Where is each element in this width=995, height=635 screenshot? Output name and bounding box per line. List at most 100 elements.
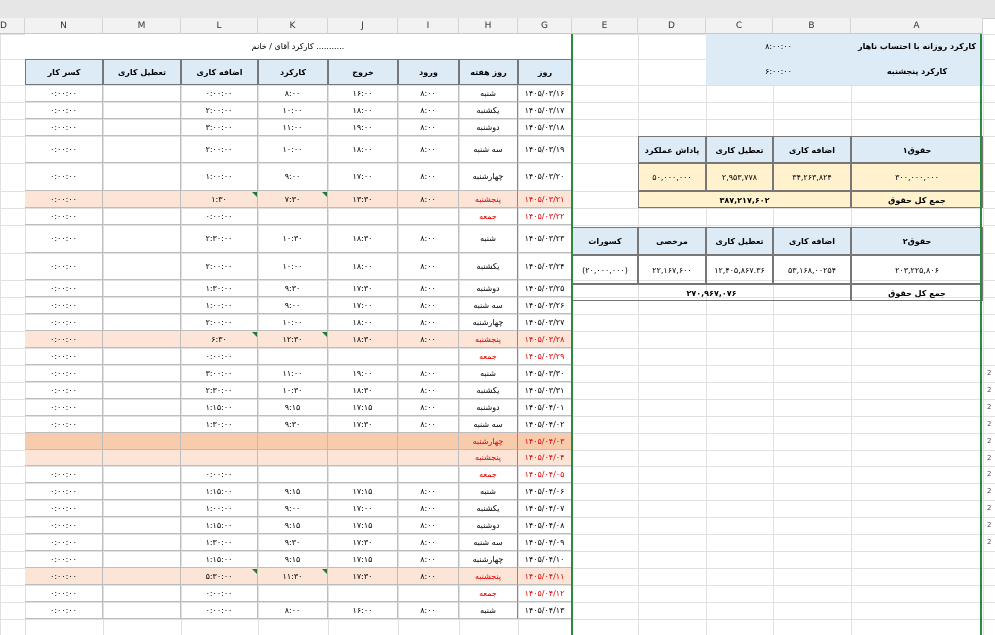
- table-cell[interactable]: ۸:۰۰: [398, 102, 459, 119]
- column-header[interactable]: M: [103, 18, 181, 34]
- table-cell[interactable]: ۱۴۰۵/۰۴/۰۱: [518, 399, 572, 416]
- column-header[interactable]: H: [459, 18, 518, 34]
- table-cell[interactable]: ۰:۰۰:۰۰: [25, 331, 103, 348]
- column-header[interactable]: N: [25, 18, 103, 34]
- table-cell[interactable]: [103, 225, 181, 253]
- table-cell[interactable]: ۰:۰۰:۰۰: [25, 568, 103, 585]
- table-cell[interactable]: [103, 348, 181, 365]
- table-cell[interactable]: ۱۴۰۵/۰۳/۲۳: [518, 225, 572, 253]
- table-cell[interactable]: ۱۴۰۵/۰۴/۰۵: [518, 466, 572, 483]
- table-cell[interactable]: ۰:۰۰:۰۰: [181, 466, 258, 483]
- column-header[interactable]: G: [518, 18, 572, 34]
- table-cell[interactable]: ۱۶:۰۰: [328, 85, 398, 102]
- table-cell[interactable]: ۱:۰۰:۰۰: [181, 297, 258, 314]
- table-cell[interactable]: ۰:۰۰:۰۰: [25, 483, 103, 500]
- salary2-holiday[interactable]: ۱۲,۴۰۵,۸۶۷.۳۶: [706, 255, 773, 284]
- table-cell[interactable]: پنجشنبه: [459, 191, 518, 208]
- column-header[interactable]: L: [181, 18, 258, 34]
- table-cell[interactable]: شنبه: [459, 483, 518, 500]
- salary1-holiday[interactable]: ۲,۹۵۳,۷۷۸: [706, 163, 773, 191]
- table-cell[interactable]: ۱۴۰۵/۰۳/۱۹: [518, 136, 572, 163]
- table-cell[interactable]: ۱۸:۰۰: [328, 314, 398, 331]
- column-header[interactable]: D: [638, 18, 706, 34]
- table-cell[interactable]: ۱۸:۳۰: [328, 331, 398, 348]
- table-cell[interactable]: سه شنبه: [459, 534, 518, 551]
- table-cell[interactable]: ۱۸:۳۰: [328, 382, 398, 399]
- table-cell[interactable]: ۱:۳۰: [181, 191, 258, 208]
- table-cell[interactable]: [258, 585, 328, 602]
- table-cell[interactable]: [103, 517, 181, 534]
- table-cell[interactable]: ۸:۰۰: [398, 568, 459, 585]
- table-cell[interactable]: ۱۰:۰۰: [258, 136, 328, 163]
- table-cell[interactable]: یکشنبه: [459, 102, 518, 119]
- table-cell[interactable]: ۱۴۰۵/۰۴/۱۰: [518, 551, 572, 568]
- table-cell[interactable]: ۰:۰۰:۰۰: [181, 585, 258, 602]
- table-cell[interactable]: [103, 365, 181, 382]
- column-header[interactable]: E: [572, 18, 638, 34]
- table-cell[interactable]: ۱۰:۰۰: [258, 102, 328, 119]
- table-cell[interactable]: ۸:۰۰: [398, 551, 459, 568]
- salary2-base[interactable]: ۲۰۳,۲۲۵,۸۰۶: [851, 255, 983, 284]
- table-cell[interactable]: [103, 433, 181, 450]
- table-cell[interactable]: ۶:۳۰: [181, 331, 258, 348]
- table-cell[interactable]: [103, 416, 181, 433]
- table-cell[interactable]: ۱۴۰۵/۰۳/۲۰: [518, 163, 572, 191]
- table-cell[interactable]: ۱۴۰۵/۰۳/۲۸: [518, 331, 572, 348]
- table-cell[interactable]: ۱۶:۰۰: [328, 602, 398, 619]
- table-cell[interactable]: ۸:۰۰: [258, 85, 328, 102]
- table-cell[interactable]: [25, 433, 103, 450]
- table-cell[interactable]: ۱۴۰۵/۰۳/۲۹: [518, 348, 572, 365]
- table-cell[interactable]: ۱:۱۵:۰۰: [181, 551, 258, 568]
- table-cell[interactable]: ۱۴۰۵/۰۳/۳۱: [518, 382, 572, 399]
- table-cell[interactable]: ۱۷:۳۰: [328, 416, 398, 433]
- table-cell[interactable]: [103, 483, 181, 500]
- table-cell[interactable]: ۰:۰۰:۰۰: [25, 365, 103, 382]
- table-cell[interactable]: ۱۴۰۵/۰۳/۱۶: [518, 85, 572, 102]
- table-cell[interactable]: ۹:۳۰: [258, 416, 328, 433]
- table-cell[interactable]: ۱۱:۳۰: [258, 568, 328, 585]
- table-cell[interactable]: [103, 585, 181, 602]
- table-cell[interactable]: ۱۸:۰۰: [328, 102, 398, 119]
- table-cell[interactable]: ۰:۰۰:۰۰: [25, 416, 103, 433]
- table-cell[interactable]: ۱:۳۰:۰۰: [181, 534, 258, 551]
- table-cell[interactable]: ۱۹:۰۰: [328, 119, 398, 136]
- table-cell[interactable]: [103, 85, 181, 102]
- table-cell[interactable]: ۸:۰۰: [398, 416, 459, 433]
- table-cell[interactable]: ۱۷:۳۰: [328, 534, 398, 551]
- table-cell[interactable]: [103, 551, 181, 568]
- table-cell[interactable]: ۰:۰۰:۰۰: [181, 348, 258, 365]
- table-cell[interactable]: [103, 280, 181, 297]
- table-cell[interactable]: یکشنبه: [459, 500, 518, 517]
- table-cell[interactable]: ۱۴۰۵/۰۳/۲۲: [518, 208, 572, 225]
- table-cell[interactable]: [103, 568, 181, 585]
- table-cell[interactable]: [103, 602, 181, 619]
- table-cell[interactable]: شنبه: [459, 602, 518, 619]
- table-cell[interactable]: [103, 450, 181, 466]
- table-cell[interactable]: [328, 348, 398, 365]
- table-cell[interactable]: ۱۴۰۵/۰۳/۳۰: [518, 365, 572, 382]
- table-cell[interactable]: ۰:۰۰:۰۰: [25, 500, 103, 517]
- salary1-bonus[interactable]: ۵۰,۰۰۰,۰۰۰: [638, 163, 706, 191]
- table-cell[interactable]: [328, 208, 398, 225]
- table-cell[interactable]: [181, 433, 258, 450]
- table-cell[interactable]: دوشنبه: [459, 280, 518, 297]
- table-cell[interactable]: ۱۴۰۵/۰۴/۰۷: [518, 500, 572, 517]
- table-cell[interactable]: [25, 450, 103, 466]
- table-cell[interactable]: ۰:۰۰:۰۰: [25, 602, 103, 619]
- salary1-total[interactable]: ۳۸۷,۲۱۷,۶۰۲: [638, 191, 851, 208]
- table-cell[interactable]: ۱۷:۱۵: [328, 517, 398, 534]
- salary2-leave[interactable]: ۲۲,۱۶۷,۶۰۰: [638, 255, 706, 284]
- table-cell[interactable]: ۵:۳۰:۰۰: [181, 568, 258, 585]
- table-cell[interactable]: ۱۱:۰۰: [258, 365, 328, 382]
- table-cell[interactable]: ۹:۰۰: [258, 163, 328, 191]
- table-cell[interactable]: ۱۴۰۵/۰۴/۰۸: [518, 517, 572, 534]
- table-cell[interactable]: ۲:۰۰:۰۰: [181, 314, 258, 331]
- table-cell[interactable]: [103, 399, 181, 416]
- table-cell[interactable]: ۱۷:۱۵: [328, 399, 398, 416]
- column-header[interactable]: D: [0, 18, 25, 34]
- table-cell[interactable]: ۰:۰۰:۰۰: [25, 348, 103, 365]
- table-cell[interactable]: [258, 208, 328, 225]
- table-cell[interactable]: ۹:۱۵: [258, 517, 328, 534]
- table-cell[interactable]: جمعه: [459, 585, 518, 602]
- table-cell[interactable]: ۲:۰۰:۰۰: [181, 253, 258, 280]
